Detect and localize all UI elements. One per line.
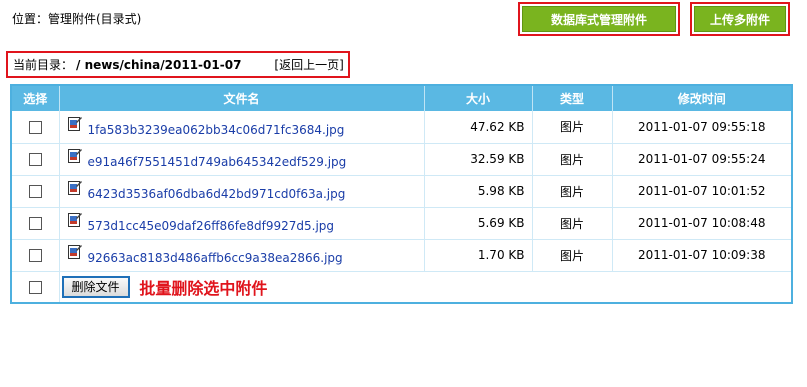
row-select-cell	[11, 207, 60, 240]
current-directory-path: / news/china/2011-01-07	[76, 57, 242, 72]
filename-cell: e91a46f7551451d749ab645342edf529.jpg	[59, 143, 425, 176]
type-cell: 图片	[532, 111, 613, 144]
db-manage-button[interactable]: 数据库式管理附件	[522, 6, 676, 32]
back-link[interactable]: [返回上一页]	[274, 56, 343, 73]
modified-cell: 2011-01-07 09:55:18	[612, 111, 792, 144]
image-file-icon	[67, 116, 82, 132]
row-checkbox[interactable]	[28, 153, 42, 166]
image-file-icon	[67, 212, 82, 228]
filename-cell: 573d1cc45e09daf26ff86fe8df9927d5.jpg	[59, 207, 425, 240]
table-row: 1fa583b3239ea062bb34c06d71fc3684.jpg 47.6…	[11, 111, 792, 144]
table-row: 573d1cc45e09daf26ff86fe8df9927d5.jpg 5.69…	[11, 207, 792, 240]
row-checkbox[interactable]	[28, 120, 42, 134]
upload-multi-button[interactable]: 上传多附件	[694, 6, 786, 32]
filename-cell: 1fa583b3239ea062bb34c06d71fc3684.jpg	[59, 111, 425, 144]
image-file-icon	[67, 244, 82, 260]
size-cell: 5.98 KB	[424, 175, 533, 208]
header-select: 选择	[11, 85, 60, 111]
filename-link[interactable]: e91a46f7551451d749ab645342edf529.jpg	[88, 155, 347, 169]
delete-files-button[interactable]: 删除文件	[61, 275, 130, 298]
filename-link[interactable]: 92663ac8183d486affb6cc9a38ea2866.jpg	[88, 251, 343, 265]
modified-cell: 2011-01-07 10:01:52	[612, 175, 792, 208]
row-select-cell	[11, 143, 60, 176]
select-all-cell	[11, 271, 60, 304]
filename-cell: 6423d3536af06dba6d42bd971cd0f63a.jpg	[59, 175, 425, 208]
modified-cell: 2011-01-07 10:08:48	[612, 207, 792, 240]
filename-link[interactable]: 6423d3536af06dba6d42bd971cd0f63a.jpg	[88, 187, 346, 201]
modified-cell: 2011-01-07 10:09:38	[612, 239, 792, 272]
upload-highlight: 上传多附件	[690, 2, 790, 36]
row-select-cell	[11, 111, 60, 144]
table-footer-row: 删除文件 批量删除选中附件	[11, 271, 792, 304]
header-type: 类型	[532, 85, 613, 111]
image-file-icon	[67, 180, 82, 196]
filename-cell: 92663ac8183d486affb6cc9a38ea2866.jpg	[59, 239, 425, 272]
select-all-checkbox[interactable]	[28, 280, 42, 294]
header-filename: 文件名	[59, 85, 425, 111]
row-checkbox[interactable]	[28, 217, 42, 230]
size-cell: 5.69 KB	[424, 207, 533, 240]
modified-cell: 2011-01-07 09:55:24	[612, 143, 792, 176]
type-cell: 图片	[532, 143, 613, 176]
type-cell: 图片	[532, 239, 613, 272]
row-select-cell	[11, 239, 60, 272]
current-directory-bar: 当前目录： / news/china/2011-01-07 [返回上一页]	[6, 51, 350, 78]
size-cell: 47.62 KB	[424, 111, 533, 144]
table-row: 6423d3536af06dba6d42bd971cd0f63a.jpg 5.98…	[11, 175, 792, 208]
location-breadcrumb: 位置：管理附件(目录式)	[12, 12, 142, 26]
row-checkbox[interactable]	[28, 249, 42, 262]
actions-cell: 删除文件 批量删除选中附件	[59, 271, 792, 304]
table-row: 92663ac8183d486affb6cc9a38ea2866.jpg 1.70…	[11, 239, 792, 272]
header-size: 大小	[424, 85, 533, 111]
header-modified: 修改时间	[612, 85, 792, 111]
type-cell: 图片	[532, 207, 613, 240]
batch-delete-note: 批量删除选中附件	[139, 278, 268, 298]
db-manage-highlight: 数据库式管理附件	[518, 2, 680, 36]
row-checkbox[interactable]	[28, 185, 42, 198]
table-row: e91a46f7551451d749ab645342edf529.jpg 32.5…	[11, 143, 792, 176]
current-directory-label: 当前目录：	[13, 58, 74, 72]
file-table: 选择 文件名 大小 类型 修改时间 1fa583b3239ea062bb34c0…	[10, 84, 793, 304]
filename-link[interactable]: 573d1cc45e09daf26ff86fe8df9927d5.jpg	[88, 219, 335, 233]
row-select-cell	[11, 175, 60, 208]
filename-link[interactable]: 1fa583b3239ea062bb34c06d71fc3684.jpg	[88, 123, 345, 137]
size-cell: 1.70 KB	[424, 239, 533, 272]
image-file-icon	[67, 148, 82, 164]
table-header-row: 选择 文件名 大小 类型 修改时间	[11, 85, 792, 111]
size-cell: 32.59 KB	[424, 143, 533, 176]
type-cell: 图片	[532, 175, 613, 208]
